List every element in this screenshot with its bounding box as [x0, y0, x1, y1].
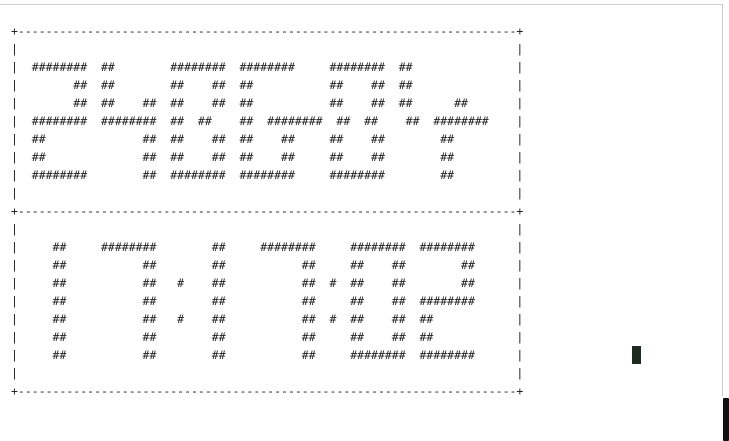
terminal-line: | ######## ## ######## ######## ########… [11, 168, 524, 182]
terminal-line: | ## ## # ## ## # ## ## ## | [11, 312, 524, 326]
terminal-line: | ## ######## ## ######## ######## #####… [11, 240, 524, 254]
terminal-line: | | [11, 186, 524, 200]
terminal-line: | ## ## # ## ## # ## ## ## | [11, 276, 524, 290]
scrollbar[interactable] [723, 0, 729, 441]
terminal-line: | ## ## ## ## ## ## ## ## | [11, 78, 524, 92]
window-bottom-area [0, 396, 723, 441]
window-top-edge [0, 4, 722, 5]
terminal-line: | ## ## ## ## ## ## ## | [11, 258, 524, 272]
terminal-line: | ## ## ## ## ## ## ## ## ## | [11, 150, 524, 164]
terminal-output[interactable]: +---------------------------------------… [11, 22, 523, 400]
terminal-line: | ## ## ## ## ## ## ## ## ## | [11, 132, 524, 146]
terminal-line: | ## ## ## ## ## ## ## ## ## ## | [11, 96, 524, 110]
terminal-line: | ## ## ## ## ## ## ## | [11, 330, 524, 344]
terminal-window: +---------------------------------------… [0, 0, 729, 441]
terminal-line: | | [11, 366, 524, 380]
terminal-line: | | [11, 42, 524, 56]
terminal-line: | ######## ######## ## ## ## ######## ##… [11, 114, 524, 128]
terminal-line: | ## ## ## ## ## ## ######## | [11, 294, 524, 308]
terminal-line: | ######## ## ######## ######## ########… [11, 60, 524, 74]
terminal-line: | ## ## ## ## ######## ######## | [11, 348, 524, 362]
terminal-line: +---------------------------------------… [11, 204, 524, 218]
scrollbar-thumb[interactable] [723, 398, 729, 441]
terminal-line: | | [11, 222, 524, 236]
terminal-cursor [632, 346, 641, 364]
terminal-line: +---------------------------------------… [11, 24, 524, 38]
